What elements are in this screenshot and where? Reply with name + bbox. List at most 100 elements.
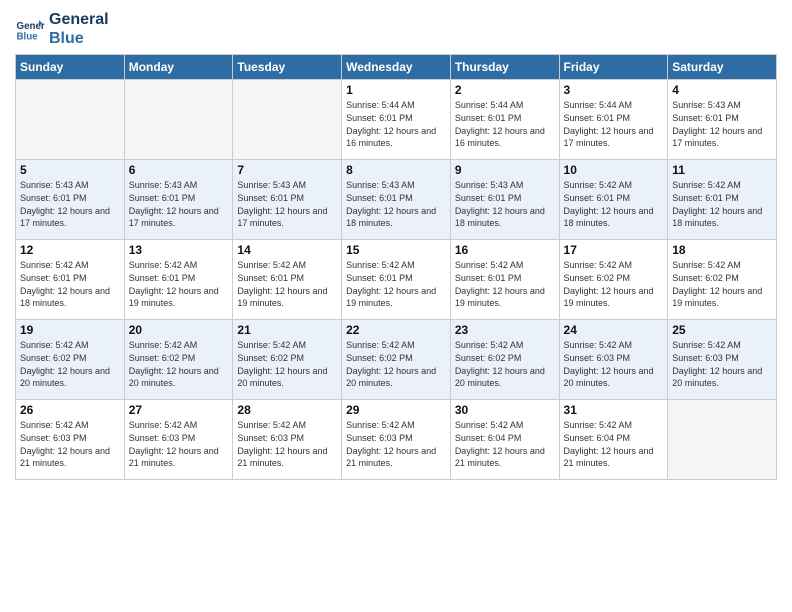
cell-sun-info: Sunrise: 5:42 AMSunset: 6:02 PMDaylight:… <box>455 339 555 389</box>
cell-sun-info: Sunrise: 5:44 AMSunset: 6:01 PMDaylight:… <box>455 99 555 149</box>
calendar-cell: 18Sunrise: 5:42 AMSunset: 6:02 PMDayligh… <box>668 240 777 320</box>
svg-text:Blue: Blue <box>17 32 39 43</box>
calendar-cell: 5Sunrise: 5:43 AMSunset: 6:01 PMDaylight… <box>16 160 125 240</box>
calendar-cell: 3 Sunrise: 5:44 AMSunset: 6:01 PMDaylight… <box>559 80 668 160</box>
cell-sun-info: Sunrise: 5:42 AMSunset: 6:03 PMDaylight:… <box>346 419 446 469</box>
calendar-cell: 15Sunrise: 5:42 AMSunset: 6:01 PMDayligh… <box>342 240 451 320</box>
calendar-cell: 12 Sunrise: 5:42 AMSunset: 6:01 PMDayligh… <box>16 240 125 320</box>
weekday-header-friday: Friday <box>559 55 668 80</box>
cell-sun-info: Sunrise: 5:42 AMSunset: 6:04 PMDaylight:… <box>455 419 555 469</box>
cell-sun-info: Sunrise: 5:44 AMSunset: 6:01 PMDaylight:… <box>564 99 664 149</box>
calendar-cell <box>124 80 233 160</box>
cell-sun-info: Sunrise: 5:42 AMSunset: 6:02 PMDaylight:… <box>346 339 446 389</box>
calendar-cell: 24 Sunrise: 5:42 AMSunset: 6:03 PMDayligh… <box>559 320 668 400</box>
cell-sun-info: Sunrise: 5:43 AMSunset: 6:01 PMDaylight:… <box>237 179 337 229</box>
calendar-cell: 4Sunrise: 5:43 AMSunset: 6:01 PMDaylight… <box>668 80 777 160</box>
cell-sun-info: Sunrise: 5:42 AMSunset: 6:01 PMDaylight:… <box>346 259 446 309</box>
calendar-week-row: 26 Sunrise: 5:42 AMSunset: 6:03 PMDayligh… <box>16 400 777 480</box>
day-number: 9 <box>455 163 555 177</box>
day-number: 4 <box>672 83 772 97</box>
calendar-week-row: 5 Sunrise: 5:43 AMSunset: 6:01 PMDaylight… <box>16 160 777 240</box>
calendar-cell: 21 Sunrise: 5:42 AMSunset: 6:02 PMDayligh… <box>233 320 342 400</box>
day-number: 31 <box>564 403 664 417</box>
calendar-cell <box>668 400 777 480</box>
day-number: 8 <box>346 163 446 177</box>
day-number: 11 <box>672 163 772 177</box>
calendar-week-row: 1 Sunrise: 5:44 AMSunset: 6:01 PMDaylight… <box>16 80 777 160</box>
logo: General Blue General Blue <box>15 10 109 48</box>
cell-sun-info: Sunrise: 5:42 AMSunset: 6:01 PMDaylight:… <box>455 259 555 309</box>
day-number: 17 <box>564 243 664 257</box>
calendar-cell: 19 Sunrise: 5:42 AMSunset: 6:02 PMDayligh… <box>16 320 125 400</box>
cell-sun-info: Sunrise: 5:44 AMSunset: 6:01 PMDaylight:… <box>346 99 446 149</box>
day-number: 19 <box>20 323 120 337</box>
day-number: 20 <box>129 323 229 337</box>
calendar-cell <box>16 80 125 160</box>
page: General Blue General Blue SundayMondayTu… <box>0 0 792 612</box>
day-number: 22 <box>346 323 446 337</box>
cell-sun-info: Sunrise: 5:42 AMSunset: 6:02 PMDaylight:… <box>20 339 120 389</box>
day-number: 23 <box>455 323 555 337</box>
calendar-cell: 17 Sunrise: 5:42 AMSunset: 6:02 PMDayligh… <box>559 240 668 320</box>
day-number: 30 <box>455 403 555 417</box>
cell-sun-info: Sunrise: 5:42 AMSunset: 6:03 PMDaylight:… <box>564 339 664 389</box>
calendar-cell: 8 Sunrise: 5:43 AMSunset: 6:01 PMDaylight… <box>342 160 451 240</box>
cell-sun-info: Sunrise: 5:42 AMSunset: 6:03 PMDaylight:… <box>237 419 337 469</box>
day-number: 26 <box>20 403 120 417</box>
calendar-cell: 25Sunrise: 5:42 AMSunset: 6:03 PMDayligh… <box>668 320 777 400</box>
day-number: 13 <box>129 243 229 257</box>
day-number: 16 <box>455 243 555 257</box>
day-number: 1 <box>346 83 446 97</box>
day-number: 6 <box>129 163 229 177</box>
day-number: 3 <box>564 83 664 97</box>
day-number: 14 <box>237 243 337 257</box>
calendar-cell: 20Sunrise: 5:42 AMSunset: 6:02 PMDayligh… <box>124 320 233 400</box>
calendar-cell <box>233 80 342 160</box>
cell-sun-info: Sunrise: 5:42 AMSunset: 6:01 PMDaylight:… <box>237 259 337 309</box>
calendar-week-row: 12 Sunrise: 5:42 AMSunset: 6:01 PMDayligh… <box>16 240 777 320</box>
cell-sun-info: Sunrise: 5:43 AMSunset: 6:01 PMDaylight:… <box>455 179 555 229</box>
calendar-cell: 23 Sunrise: 5:42 AMSunset: 6:02 PMDayligh… <box>450 320 559 400</box>
calendar-cell: 30 Sunrise: 5:42 AMSunset: 6:04 PMDayligh… <box>450 400 559 480</box>
calendar-cell: 28 Sunrise: 5:42 AMSunset: 6:03 PMDayligh… <box>233 400 342 480</box>
calendar-cell: 29 Sunrise: 5:42 AMSunset: 6:03 PMDayligh… <box>342 400 451 480</box>
calendar-cell: 22 Sunrise: 5:42 AMSunset: 6:02 PMDayligh… <box>342 320 451 400</box>
cell-sun-info: Sunrise: 5:42 AMSunset: 6:02 PMDaylight:… <box>564 259 664 309</box>
cell-sun-info: Sunrise: 5:42 AMSunset: 6:01 PMDaylight:… <box>20 259 120 309</box>
calendar-cell: 6 Sunrise: 5:43 AMSunset: 6:01 PMDaylight… <box>124 160 233 240</box>
header: General Blue General Blue <box>15 10 777 48</box>
cell-sun-info: Sunrise: 5:42 AMSunset: 6:01 PMDaylight:… <box>564 179 664 229</box>
weekday-header-tuesday: Tuesday <box>233 55 342 80</box>
calendar-cell: 9 Sunrise: 5:43 AMSunset: 6:01 PMDaylight… <box>450 160 559 240</box>
calendar-cell: 10Sunrise: 5:42 AMSunset: 6:01 PMDayligh… <box>559 160 668 240</box>
logo-icon: General Blue <box>15 14 45 44</box>
weekday-header-row: SundayMondayTuesdayWednesdayThursdayFrid… <box>16 55 777 80</box>
cell-sun-info: Sunrise: 5:42 AMSunset: 6:02 PMDaylight:… <box>237 339 337 389</box>
day-number: 12 <box>20 243 120 257</box>
logo-general: General <box>49 10 109 29</box>
day-number: 29 <box>346 403 446 417</box>
day-number: 28 <box>237 403 337 417</box>
weekday-header-wednesday: Wednesday <box>342 55 451 80</box>
calendar-week-row: 19 Sunrise: 5:42 AMSunset: 6:02 PMDayligh… <box>16 320 777 400</box>
cell-sun-info: Sunrise: 5:43 AMSunset: 6:01 PMDaylight:… <box>346 179 446 229</box>
weekday-header-sunday: Sunday <box>16 55 125 80</box>
logo-blue: Blue <box>49 29 109 48</box>
calendar-table: SundayMondayTuesdayWednesdayThursdayFrid… <box>15 54 777 480</box>
cell-sun-info: Sunrise: 5:42 AMSunset: 6:01 PMDaylight:… <box>129 259 229 309</box>
day-number: 18 <box>672 243 772 257</box>
calendar-cell: 13 Sunrise: 5:42 AMSunset: 6:01 PMDayligh… <box>124 240 233 320</box>
day-number: 2 <box>455 83 555 97</box>
calendar-cell: 16 Sunrise: 5:42 AMSunset: 6:01 PMDayligh… <box>450 240 559 320</box>
calendar-cell: 27Sunrise: 5:42 AMSunset: 6:03 PMDayligh… <box>124 400 233 480</box>
weekday-header-monday: Monday <box>124 55 233 80</box>
day-number: 24 <box>564 323 664 337</box>
calendar-cell: 1 Sunrise: 5:44 AMSunset: 6:01 PMDaylight… <box>342 80 451 160</box>
day-number: 5 <box>20 163 120 177</box>
calendar-cell: 11Sunrise: 5:42 AMSunset: 6:01 PMDayligh… <box>668 160 777 240</box>
cell-sun-info: Sunrise: 5:42 AMSunset: 6:03 PMDaylight:… <box>129 419 229 469</box>
calendar-cell: 26Sunrise: 5:42 AMSunset: 6:03 PMDayligh… <box>16 400 125 480</box>
cell-sun-info: Sunrise: 5:43 AMSunset: 6:01 PMDaylight:… <box>129 179 229 229</box>
day-number: 25 <box>672 323 772 337</box>
day-number: 21 <box>237 323 337 337</box>
